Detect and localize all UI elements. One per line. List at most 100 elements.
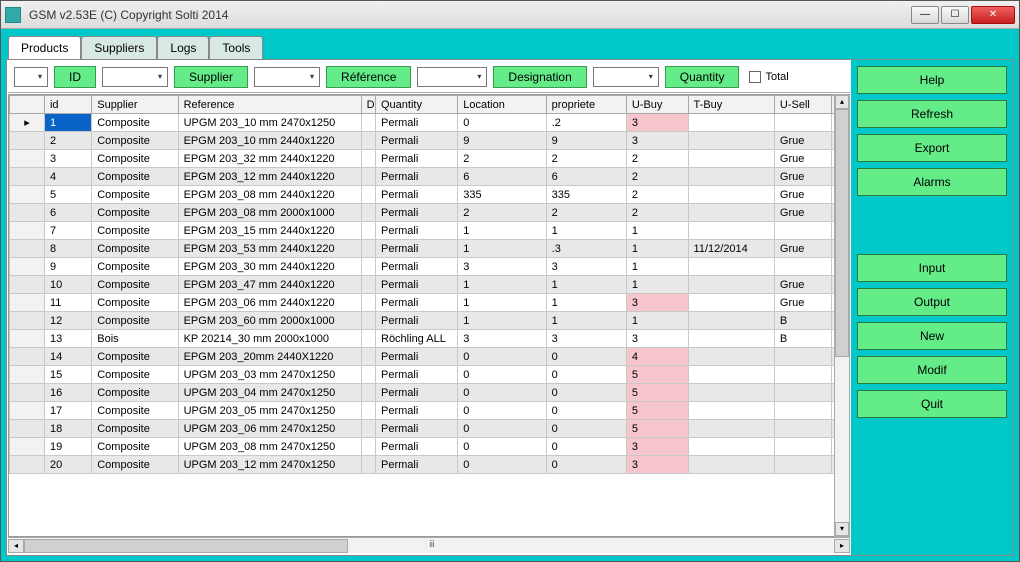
cell-supplier[interactable]: Composite	[92, 366, 178, 384]
cell-tbuy[interactable]	[688, 186, 774, 204]
cell-reference[interactable]: UPGM 203_03 mm 2470x1250	[178, 366, 361, 384]
cell-propriete[interactable]: 2	[546, 204, 626, 222]
cell-quantity[interactable]: Permali	[376, 312, 458, 330]
cell-id[interactable]: 3	[44, 150, 91, 168]
cell-usell[interactable]: Grue	[774, 186, 832, 204]
scroll-left-button[interactable]: ◂	[8, 539, 24, 553]
cell-d[interactable]	[361, 330, 375, 348]
cell-propriete[interactable]: 1	[546, 294, 626, 312]
cell-reference[interactable]: EPGM 203_32 mm 2440x1220	[178, 150, 361, 168]
cell-usell[interactable]: Grue	[774, 150, 832, 168]
cell-quantity[interactable]: Permali	[376, 348, 458, 366]
cell-location[interactable]: 1	[458, 222, 546, 240]
cell-id[interactable]: 15	[44, 366, 91, 384]
cell-supplier[interactable]: Composite	[92, 294, 178, 312]
cell-id[interactable]: 4	[44, 168, 91, 186]
cell-ubuy[interactable]: 1	[626, 312, 688, 330]
cell-usell[interactable]: Grue	[774, 132, 832, 150]
cell-location[interactable]: 0	[458, 438, 546, 456]
cell-id[interactable]: 6	[44, 204, 91, 222]
cell-tbuy[interactable]	[688, 132, 774, 150]
row-header[interactable]	[10, 384, 45, 402]
table-row[interactable]: 14CompositeEPGM 203_20mm 2440X1220Permal…	[10, 348, 849, 366]
cell-supplier[interactable]: Composite	[92, 150, 178, 168]
cell-tbuy[interactable]	[688, 204, 774, 222]
cell-location[interactable]: 1	[458, 240, 546, 258]
input-button[interactable]: Input	[857, 254, 1007, 282]
col-usell[interactable]: U-Sell	[774, 96, 832, 114]
cell-quantity[interactable]: Permali	[376, 456, 458, 474]
row-header[interactable]	[10, 402, 45, 420]
cell-ubuy[interactable]: 2	[626, 150, 688, 168]
cell-id[interactable]: 10	[44, 276, 91, 294]
scroll-right-button[interactable]: ▸	[834, 539, 850, 553]
refresh-button[interactable]: Refresh	[857, 100, 1007, 128]
cell-tbuy[interactable]	[688, 114, 774, 132]
modif-button[interactable]: Modif	[857, 356, 1007, 384]
cell-ubuy[interactable]: 1	[626, 276, 688, 294]
cell-usell[interactable]: Grue	[774, 168, 832, 186]
row-header[interactable]	[10, 420, 45, 438]
cell-supplier[interactable]: Composite	[92, 240, 178, 258]
cell-quantity[interactable]: Permali	[376, 132, 458, 150]
col-reference[interactable]: Reference	[178, 96, 361, 114]
cell-tbuy[interactable]	[688, 312, 774, 330]
cell-reference[interactable]: UPGM 203_10 mm 2470x1250	[178, 114, 361, 132]
cell-tbuy[interactable]	[688, 168, 774, 186]
cell-quantity[interactable]: Permali	[376, 294, 458, 312]
cell-supplier[interactable]: Composite	[92, 276, 178, 294]
table-row[interactable]: 18CompositeUPGM 203_06 mm 2470x1250Perma…	[10, 420, 849, 438]
filter-combo-1[interactable]: ▾	[14, 67, 48, 87]
cell-location[interactable]: 0	[458, 420, 546, 438]
cell-usell[interactable]	[774, 258, 832, 276]
horizontal-scrollbar[interactable]: ◂ ⅲ ▸	[8, 537, 850, 553]
col-supplier[interactable]: Supplier	[92, 96, 178, 114]
cell-propriete[interactable]: 6	[546, 168, 626, 186]
row-header[interactable]: ▸	[10, 114, 45, 132]
cell-id[interactable]: 11	[44, 294, 91, 312]
output-button[interactable]: Output	[857, 288, 1007, 316]
cell-location[interactable]: 335	[458, 186, 546, 204]
cell-reference[interactable]: UPGM 203_06 mm 2470x1250	[178, 420, 361, 438]
cell-id[interactable]: 12	[44, 312, 91, 330]
col-quantity[interactable]: Quantity	[376, 96, 458, 114]
cell-reference[interactable]: UPGM 203_12 mm 2470x1250	[178, 456, 361, 474]
cell-tbuy[interactable]	[688, 438, 774, 456]
cell-location[interactable]: 0	[458, 402, 546, 420]
cell-ubuy[interactable]: 5	[626, 402, 688, 420]
cell-quantity[interactable]: Permali	[376, 114, 458, 132]
cell-tbuy[interactable]	[688, 384, 774, 402]
filter-designation-button[interactable]: Designation	[493, 66, 586, 88]
cell-supplier[interactable]: Composite	[92, 420, 178, 438]
cell-d[interactable]	[361, 114, 375, 132]
cell-d[interactable]	[361, 312, 375, 330]
alarms-button[interactable]: Alarms	[857, 168, 1007, 196]
cell-location[interactable]: 0	[458, 348, 546, 366]
close-button[interactable]: ✕	[971, 6, 1015, 24]
cell-supplier[interactable]: Composite	[92, 204, 178, 222]
cell-quantity[interactable]: Permali	[376, 438, 458, 456]
cell-location[interactable]: 6	[458, 168, 546, 186]
filter-combo-3[interactable]: ▾	[254, 67, 320, 87]
cell-ubuy[interactable]: 3	[626, 438, 688, 456]
cell-location[interactable]: 0	[458, 456, 546, 474]
cell-propriete[interactable]: 2	[546, 150, 626, 168]
cell-usell[interactable]	[774, 222, 832, 240]
row-header[interactable]	[10, 132, 45, 150]
table-row[interactable]: 3CompositeEPGM 203_32 mm 2440x1220Permal…	[10, 150, 849, 168]
cell-id[interactable]: 20	[44, 456, 91, 474]
row-header[interactable]	[10, 150, 45, 168]
row-header[interactable]	[10, 222, 45, 240]
cell-supplier[interactable]: Composite	[92, 348, 178, 366]
new-button[interactable]: New	[857, 322, 1007, 350]
cell-tbuy[interactable]	[688, 402, 774, 420]
minimize-button[interactable]: —	[911, 6, 939, 24]
cell-usell[interactable]: Grue	[774, 240, 832, 258]
cell-d[interactable]	[361, 186, 375, 204]
cell-propriete[interactable]: 1	[546, 222, 626, 240]
cell-d[interactable]	[361, 258, 375, 276]
table-row[interactable]: 17CompositeUPGM 203_05 mm 2470x1250Perma…	[10, 402, 849, 420]
row-header[interactable]	[10, 276, 45, 294]
cell-ubuy[interactable]: 4	[626, 348, 688, 366]
row-header[interactable]	[10, 204, 45, 222]
